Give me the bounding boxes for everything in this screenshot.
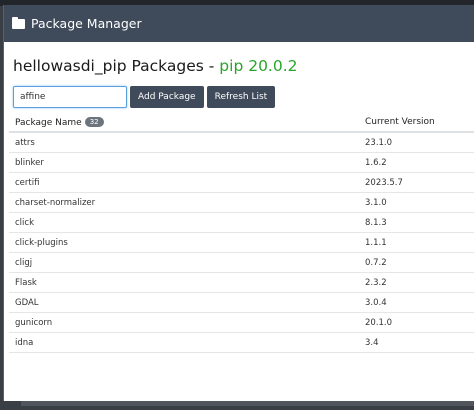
table-row[interactable]: GDAL 3.0.4 <box>9 293 474 313</box>
col-current-version[interactable]: Current Version <box>363 117 474 127</box>
package-name-cell: Flask <box>15 277 37 288</box>
col-package-name-label: Package Name <box>15 117 82 128</box>
package-version-cell: 23.1.0 <box>365 137 393 148</box>
folder-icon <box>12 17 25 29</box>
refresh-list-button[interactable]: Refresh List <box>206 86 276 108</box>
package-manager-dialog: Package Manager hellowasdi_pip Packages … <box>3 5 474 401</box>
table-row[interactable]: click-plugins 1.1.1 <box>9 233 474 253</box>
table-row[interactable]: blinker 1.6.2 <box>9 153 474 173</box>
table-body: attrs 23.1.0 blinker 1.6.2 certifi 2023.5.7 ch… <box>9 133 474 353</box>
dialog-title: Package Manager <box>31 16 142 31</box>
package-name-cell: idna <box>15 337 34 348</box>
packages-table: Package Name 32 Current Version attrs 23.1… <box>9 113 474 353</box>
package-version-cell: 1.1.1 <box>365 237 387 248</box>
package-name-cell: blinker <box>15 157 44 168</box>
table-header: Package Name 32 Current Version <box>9 113 474 133</box>
package-version-cell: 8.1.3 <box>365 217 387 228</box>
add-package-button[interactable]: Add Package <box>130 86 204 108</box>
table-row[interactable]: Flask 2.3.2 <box>9 273 474 293</box>
table-row[interactable]: charset-normalizer 3.1.0 <box>9 193 474 213</box>
toolbar: Add Package Refresh List <box>13 86 276 108</box>
package-version-cell: 20.1.0 <box>365 317 393 328</box>
package-version-cell: 2023.5.7 <box>365 177 403 188</box>
window-bottom-edge <box>3 401 474 410</box>
package-name-cell: click <box>15 217 34 228</box>
col-package-name[interactable]: Package Name 32 <box>9 116 363 128</box>
table-row[interactable]: idna 3.4 <box>9 333 474 353</box>
package-version-cell: 3.0.4 <box>365 297 387 308</box>
table-row[interactable]: attrs 23.1.0 <box>9 133 474 153</box>
page-title: hellowasdi_pip Packages - pip 20.0.2 <box>13 57 298 75</box>
heading-version: pip 20.0.2 <box>219 57 298 75</box>
table-row[interactable]: click 8.1.3 <box>9 213 474 233</box>
app-window: Package Manager hellowasdi_pip Packages … <box>0 0 474 410</box>
package-version-cell: 1.6.2 <box>365 157 387 168</box>
dialog-titlebar: Package Manager <box>4 5 474 42</box>
package-count-badge: 32 <box>84 116 104 127</box>
table-row[interactable]: gunicorn 20.1.0 <box>9 313 474 333</box>
package-version-cell: 2.3.2 <box>365 277 387 288</box>
package-name-cell: click-plugins <box>15 237 68 248</box>
package-version-cell: 0.7.2 <box>365 257 387 268</box>
heading-name: hellowasdi_pip Packages - <box>13 57 220 75</box>
package-name-cell: GDAL <box>15 297 39 308</box>
table-row[interactable]: cligj 0.7.2 <box>9 253 474 273</box>
package-version-cell: 3.1.0 <box>365 197 387 208</box>
package-name-cell: certifi <box>15 177 40 188</box>
window-ledge <box>21 401 474 406</box>
package-name-cell: gunicorn <box>15 317 53 328</box>
package-name-cell: attrs <box>15 137 35 148</box>
package-search-input[interactable] <box>13 86 127 108</box>
table-row[interactable]: certifi 2023.5.7 <box>9 173 474 193</box>
package-name-cell: charset-normalizer <box>15 197 96 208</box>
package-version-cell: 3.4 <box>365 337 379 348</box>
package-name-cell: cligj <box>15 257 33 268</box>
